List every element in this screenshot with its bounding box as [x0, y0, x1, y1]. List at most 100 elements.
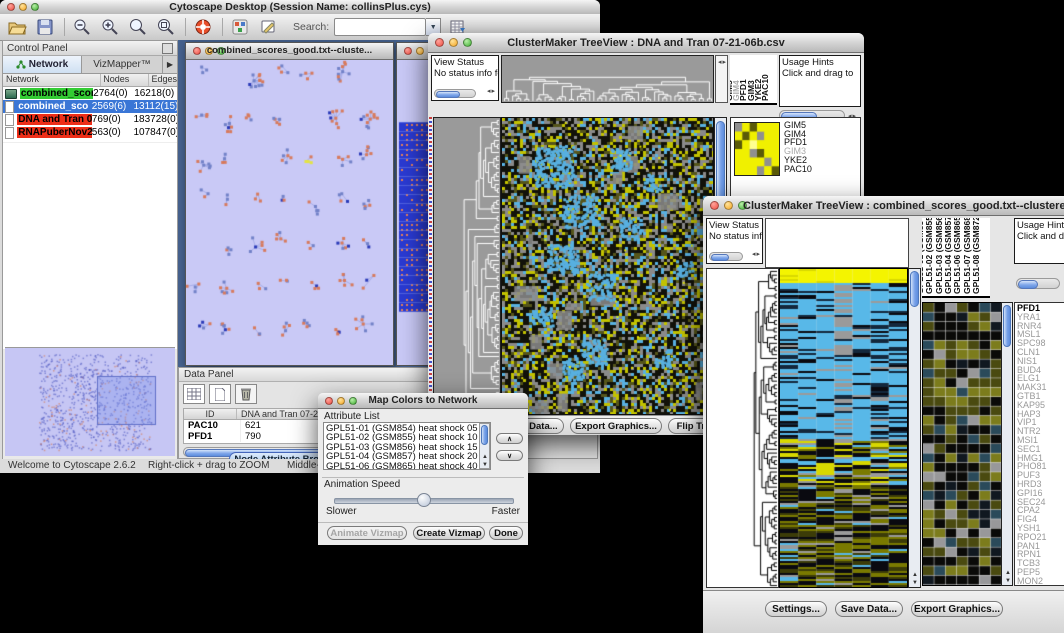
- tv2-column-labels: GPL51-01 (GSM854)GPL51-02 (GSM855)GPL51-…: [922, 218, 990, 298]
- tv2-view-status-panel: View Status No status info for ◂▸: [706, 218, 763, 264]
- zoom-in-icon[interactable]: [99, 17, 121, 37]
- help-ring-icon[interactable]: [192, 17, 214, 37]
- view-status-message: No status info for: [709, 231, 760, 242]
- column-label[interactable]: GPL51-02 (GSM855): [924, 218, 934, 294]
- animate-vizmap-button[interactable]: Animate Vizmap: [327, 526, 407, 540]
- usage-hints-message: Click and drag to: [782, 68, 858, 79]
- dialog-titlebar[interactable]: Map Colors to Network: [318, 393, 528, 409]
- dialog-title: Map Colors to Network: [318, 393, 528, 408]
- edit-network-icon[interactable]: [257, 17, 279, 37]
- save-icon[interactable]: [34, 17, 56, 37]
- desktop: Cytoscape Desktop (Session Name: collins…: [0, 0, 1064, 633]
- tab-overflow-arrow[interactable]: ▶: [162, 56, 177, 73]
- tab-network[interactable]: Network: [3, 56, 82, 73]
- float-panel-icon[interactable]: [162, 43, 173, 54]
- tv1-usage-hints-panel: Usage Hints Click and drag to: [779, 55, 861, 107]
- column-label[interactable]: GPL51-08 (GSM872): [971, 218, 981, 294]
- attribute-list[interactable]: GPL51-01 (GSM854) heat shock 05 minGPL51…: [323, 422, 491, 470]
- tv1-gene-list: GIM5GIM4PFD1GIM3YKE2PAC10: [784, 121, 854, 173]
- control-panel: Control Panel Network VizMapper™ ▶ Netwo…: [2, 40, 178, 460]
- minimize-button[interactable]: [416, 47, 424, 55]
- tv2-main-white: [765, 218, 909, 268]
- col-nodes[interactable]: Nodes: [101, 74, 149, 86]
- view-status-scrollbar[interactable]: [434, 89, 476, 98]
- tv1-export-graphics-button[interactable]: Export Graphics...: [570, 418, 662, 434]
- col-edges[interactable]: Edges: [149, 74, 177, 86]
- treeview1-titlebar[interactable]: ClusterMaker TreeView : DNA and Tran 07-…: [428, 33, 864, 53]
- network-list-row[interactable]: combined_sco2569(6)13112(15): [3, 100, 177, 113]
- usage-hints-title: Usage Hints: [1017, 220, 1064, 231]
- tv1-heatmap[interactable]: [501, 117, 714, 415]
- tv1-arrow-strip[interactable]: ◂▸: [715, 55, 728, 103]
- open-folder-icon[interactable]: [6, 17, 28, 37]
- slower-label: Slower: [326, 506, 357, 517]
- tv2-vscrollbar[interactable]: ▲ ▼: [908, 268, 921, 588]
- birdseye-view[interactable]: [5, 347, 175, 456]
- tv1-correlation-matrix[interactable]: [734, 122, 780, 176]
- scroll-arrows[interactable]: ◂▸: [752, 249, 761, 260]
- tv2-settings-button[interactable]: Settings...: [765, 601, 827, 617]
- tv2-zoom-heatmap[interactable]: [922, 302, 1003, 586]
- cytoscape-titlebar[interactable]: Cytoscape Desktop (Session Name: collins…: [0, 0, 600, 15]
- page-icon: [5, 114, 14, 126]
- new-attribute-icon[interactable]: [209, 384, 231, 404]
- view-status-title: View Status: [709, 220, 760, 231]
- attribute-list-label: Attribute List: [324, 411, 380, 422]
- treeview2-titlebar[interactable]: ClusterMaker TreeView : combined_scores_…: [703, 196, 1064, 216]
- table-icon[interactable]: [183, 384, 205, 404]
- animation-slider-thumb[interactable]: [417, 493, 431, 507]
- page-icon: [5, 101, 14, 113]
- tv2-usage-scrollbar[interactable]: [1016, 278, 1060, 289]
- view-status-message: No status info for: [434, 68, 496, 79]
- tv1-view-status-panel: View Status No status info for ◂▸: [431, 55, 499, 101]
- control-panel-title: Control Panel: [7, 43, 68, 54]
- network-tab-icon: [16, 60, 26, 69]
- treeview1-title: ClusterMaker TreeView : DNA and Tran 07-…: [428, 37, 864, 49]
- folder-icon: [5, 89, 17, 99]
- done-button[interactable]: Done: [489, 526, 523, 540]
- attribute-browser-icon[interactable]: [229, 17, 251, 37]
- view-status-scrollbar[interactable]: [709, 252, 743, 261]
- zoom-selected-icon[interactable]: [155, 17, 177, 37]
- data-col-id[interactable]: ID: [184, 409, 237, 419]
- page-icon: [5, 127, 14, 139]
- network-canvas[interactable]: [186, 60, 391, 364]
- delete-attribute-icon[interactable]: [235, 384, 257, 404]
- tab-vizmapper[interactable]: VizMapper™: [82, 56, 162, 73]
- tv2-heatmap[interactable]: [779, 268, 908, 588]
- status-welcome: Welcome to Cytoscape 2.6.2: [8, 460, 136, 471]
- tv2-row-dendrogram[interactable]: [706, 268, 779, 588]
- tv1-row-marks: [429, 117, 432, 413]
- column-label[interactable]: GPL51-06 (GSM865): [952, 218, 962, 294]
- tv2-right-vscrollbar[interactable]: ▲ ▼: [1001, 302, 1013, 586]
- gene-label[interactable]: PAC10: [784, 165, 854, 174]
- tv2-export-graphics-button[interactable]: Export Graphics...: [911, 601, 1003, 617]
- animation-speed-label: Animation Speed: [324, 479, 400, 490]
- network-list-row[interactable]: DNA and Tran 07769(0)183728(0): [3, 113, 177, 126]
- window-title: Cytoscape Desktop (Session Name: collins…: [0, 0, 600, 14]
- column-label[interactable]: GPL51-07 (GSM868): [962, 218, 972, 294]
- search-input[interactable]: [334, 18, 426, 36]
- tv2-save-data-button[interactable]: Save Data...: [835, 601, 903, 617]
- tv1-column-dendrogram[interactable]: [501, 55, 714, 103]
- attribute-list-scrollbar[interactable]: ▲ ▼: [479, 423, 490, 469]
- scroll-arrows[interactable]: ◂▸: [487, 86, 496, 97]
- view-status-title: View Status: [434, 57, 496, 68]
- zoom-fit-icon[interactable]: [127, 17, 149, 37]
- network-list: combined_scores2764(0)16218(0)combined_s…: [3, 87, 177, 142]
- create-vizmap-button[interactable]: Create Vizmap: [413, 526, 485, 540]
- col-network[interactable]: Network: [3, 74, 101, 86]
- move-up-button[interactable]: ∧: [496, 433, 523, 444]
- tv1-row-dendrogram[interactable]: [433, 117, 501, 415]
- zoom-out-icon[interactable]: [71, 17, 93, 37]
- gene-label[interactable]: MON2: [1017, 577, 1064, 586]
- network-view-titlebar[interactable]: combined_scores_good.txt--cluste...: [186, 43, 393, 60]
- close-button[interactable]: [404, 47, 412, 55]
- network-list-row[interactable]: RNAPuberNov2+563(0)107847(0): [3, 126, 177, 139]
- attribute-item[interactable]: GPL51-06 (GSM865) heat shock 40 min: [326, 462, 488, 470]
- column-label[interactable]: PAC10: [760, 74, 770, 101]
- network-list-row[interactable]: combined_scores2764(0)16218(0): [3, 87, 177, 100]
- status-zoom-hint: Right-click + drag to ZOOM: [148, 460, 269, 471]
- move-down-button[interactable]: ∨: [496, 450, 523, 461]
- treeview2-window: ClusterMaker TreeView : combined_scores_…: [703, 196, 1064, 633]
